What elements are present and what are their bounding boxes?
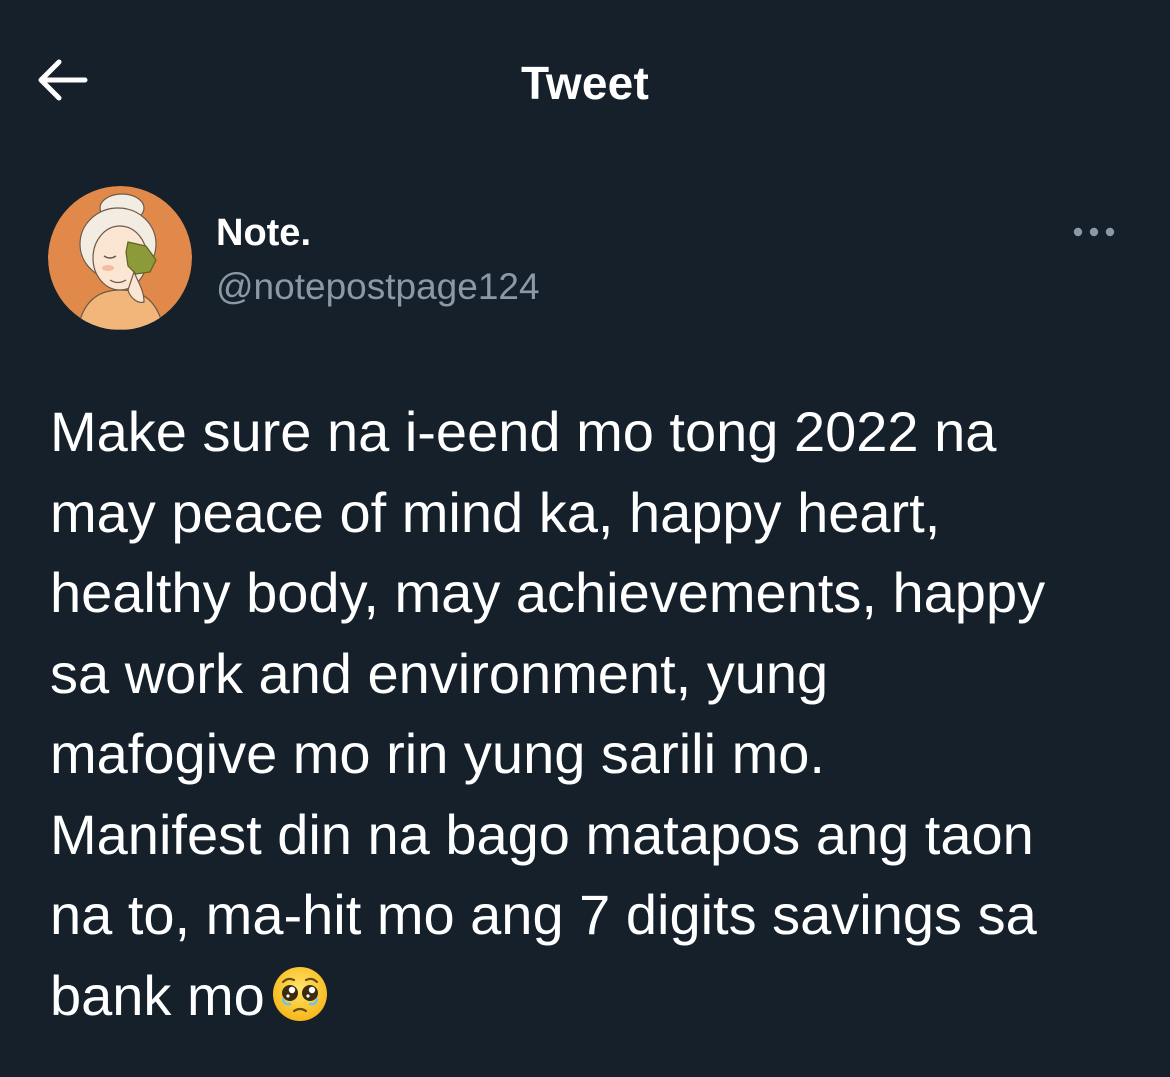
tweet-text: Make sure na i-eend mo tong 2022 na may … bbox=[50, 400, 1046, 1027]
tweet-body: Make sure na i-eend mo tong 2022 na may … bbox=[50, 392, 1130, 1044]
more-options-button[interactable] bbox=[1066, 216, 1122, 252]
author-display-name[interactable]: Note. bbox=[216, 212, 311, 255]
more-horizontal-icon bbox=[1072, 225, 1116, 243]
page-title: Tweet bbox=[521, 57, 649, 109]
tweet-author: Note. @notepostpage124 bbox=[48, 186, 1122, 332]
avatar[interactable] bbox=[48, 186, 192, 330]
top-bar: Tweet bbox=[0, 0, 1170, 170]
author-handle[interactable]: @notepostpage124 bbox=[216, 266, 540, 308]
pleading-face-emoji-icon bbox=[271, 964, 329, 1045]
